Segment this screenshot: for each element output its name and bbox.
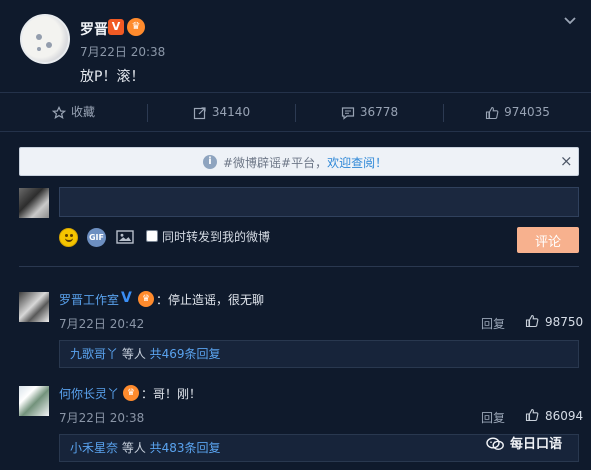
current-user-avatar xyxy=(19,188,49,218)
comment-text: ：哥！刚！ xyxy=(141,387,202,401)
repost-count: 34140 xyxy=(211,105,251,119)
comment-like-count: 86094 xyxy=(545,409,584,423)
post-card: 罗晋 V ♛ 7月22日 20:38 放P！滚！ xyxy=(0,0,591,92)
post-time[interactable]: 7月22日 20:38 xyxy=(80,43,165,60)
repost-checkbox[interactable] xyxy=(146,230,158,242)
comment-avatar[interactable] xyxy=(19,292,49,322)
comment-item: 罗晋工作室 V ♛ ：停止造谣，很无聊 7月22日 20:42 回复 98750… xyxy=(19,290,583,368)
notice-text: #微博辟谣#平台，欢迎查阅！ xyxy=(223,154,387,171)
close-icon[interactable]: × xyxy=(560,153,573,169)
reply-button[interactable]: 回复 xyxy=(481,315,505,332)
comment-like-count: 98750 xyxy=(545,315,584,329)
notice-link[interactable]: 欢迎查阅！ xyxy=(327,156,387,170)
comment-icon xyxy=(341,106,355,120)
watermark-text: 每日口语 xyxy=(510,437,563,452)
wechat-icon xyxy=(486,437,504,451)
author-avatar[interactable] xyxy=(20,14,70,64)
reply-count[interactable]: 共483条回复 xyxy=(150,441,221,455)
like-icon xyxy=(525,408,539,422)
reply-summary[interactable]: 九歌哥丫 等人 共469条回复 xyxy=(59,340,579,368)
rumor-notice: i #微博辟谣#平台，欢迎查阅！ × xyxy=(19,147,579,176)
favorite-button[interactable]: 收藏 xyxy=(0,93,147,132)
gif-icon[interactable]: GIF xyxy=(87,228,106,247)
repost-button[interactable]: 34140 xyxy=(148,93,295,132)
comment-author[interactable]: 罗晋工作室 xyxy=(59,291,119,308)
like-icon xyxy=(486,106,499,119)
member-crown-icon: ♛ xyxy=(138,291,154,307)
reply-count[interactable]: 共469条回复 xyxy=(150,347,221,361)
comment-panel: i #微博辟谣#平台，欢迎查阅！ × GIF 同时转发到我的微博 评论 罗晋工作… xyxy=(0,132,591,470)
info-icon: i xyxy=(203,155,217,169)
divider xyxy=(19,266,579,267)
comment-button[interactable]: 36778 xyxy=(296,93,443,132)
member-crown-icon: ♛ xyxy=(127,18,145,36)
chevron-down-icon[interactable] xyxy=(563,13,577,27)
like-button[interactable]: 974035 xyxy=(444,93,591,132)
like-count: 974035 xyxy=(504,105,550,119)
notice-message: #微博辟谣#平台， xyxy=(223,156,328,170)
post-text: 放P！滚！ xyxy=(80,69,145,85)
star-icon xyxy=(51,105,66,119)
repost-icon xyxy=(193,106,206,119)
repost-label[interactable]: 同时转发到我的微博 xyxy=(162,228,270,245)
reply-button[interactable]: 回复 xyxy=(481,409,505,426)
verified-icon: V xyxy=(121,290,132,306)
comment-input[interactable] xyxy=(59,187,579,217)
image-icon[interactable] xyxy=(116,229,134,245)
verified-badge-icon: V xyxy=(108,19,124,35)
emoji-icon[interactable] xyxy=(59,228,78,247)
comment-time: 7月22日 20:42 xyxy=(59,317,145,331)
comment-text: ：停止造谣，很无聊 xyxy=(156,293,265,307)
comment-time: 7月22日 20:38 xyxy=(59,411,145,425)
favorite-label: 收藏 xyxy=(70,105,95,119)
reply-connector: 等人 xyxy=(118,441,150,455)
submit-comment-button[interactable]: 评论 xyxy=(517,227,579,253)
member-crown-icon: ♛ xyxy=(123,385,139,401)
comment-avatar[interactable] xyxy=(19,386,49,416)
comment-author[interactable]: 何你长灵丫 xyxy=(59,385,119,402)
action-bar: 收藏 34140 36778 974035 xyxy=(0,92,591,132)
author-name[interactable]: 罗晋 xyxy=(80,19,108,39)
reply-connector: 等人 xyxy=(118,347,150,361)
reply-author[interactable]: 九歌哥丫 xyxy=(70,347,118,361)
like-icon xyxy=(525,314,539,328)
reply-author[interactable]: 小禾星奈 xyxy=(70,441,118,455)
comment-count: 36778 xyxy=(359,105,399,119)
